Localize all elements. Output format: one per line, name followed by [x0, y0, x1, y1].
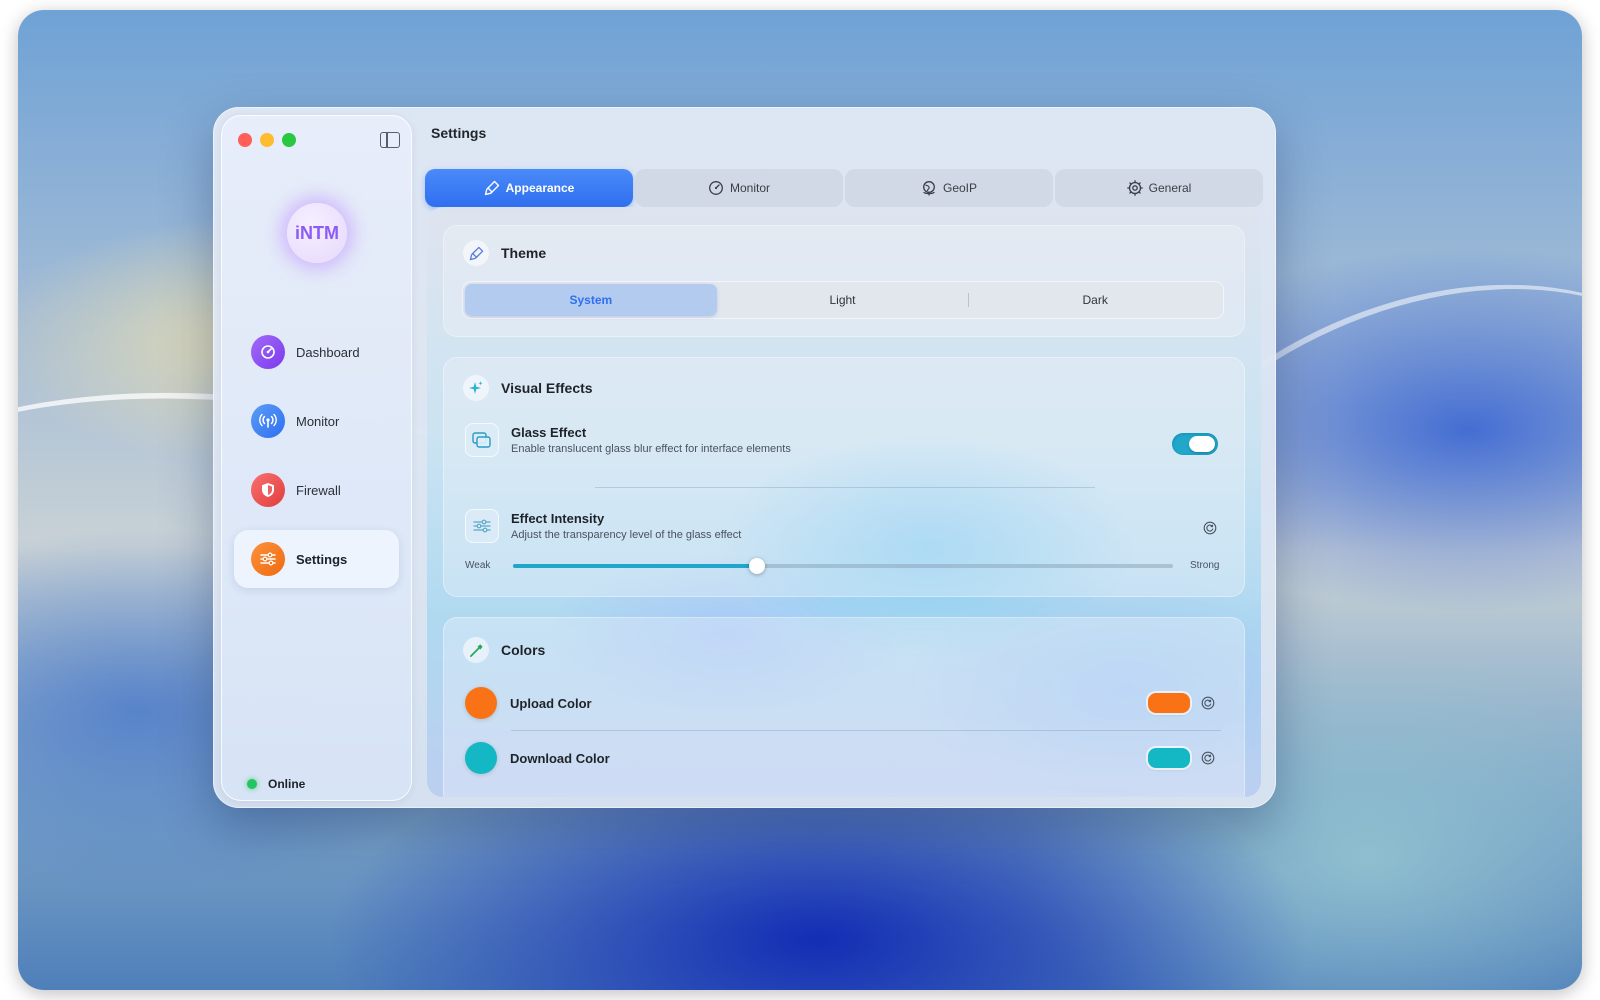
- tab-appearance[interactable]: Appearance: [425, 169, 633, 207]
- row-divider: [511, 730, 1221, 731]
- shield-icon: [251, 473, 285, 507]
- download-color-picker[interactable]: [1148, 748, 1190, 768]
- windows-icon: [465, 423, 499, 457]
- settings-content: Theme System Light Dark Visual Effects G…: [427, 207, 1261, 797]
- sidebar-item-settings[interactable]: Settings: [234, 530, 399, 588]
- effect-intensity-row: Effect Intensity Adjust the transparency…: [465, 509, 741, 543]
- sidebar-item-monitor[interactable]: Monitor: [234, 392, 399, 450]
- tab-label: Appearance: [505, 181, 575, 195]
- row-divider: [595, 487, 1095, 488]
- status-dot-icon: [247, 779, 257, 789]
- sidebar-item-label: Dashboard: [296, 344, 360, 360]
- colors-card: Colors Upload Color Download Color: [443, 617, 1245, 797]
- settings-window: iNTM Dashboard Monitor Firewall Settings: [213, 107, 1276, 808]
- theme-option-light[interactable]: Light: [717, 284, 969, 316]
- visual-effects-title: Visual Effects: [501, 380, 593, 396]
- tab-label: General: [1148, 181, 1192, 195]
- tab-general[interactable]: General: [1055, 169, 1263, 207]
- slider-thumb[interactable]: [749, 558, 766, 574]
- sidebar-item-label: Firewall: [296, 482, 341, 498]
- glass-effect-description: Enable translucent glass blur effect for…: [511, 443, 791, 455]
- glass-effect-row: Glass Effect Enable translucent glass bl…: [465, 423, 791, 457]
- upload-color-picker[interactable]: [1148, 693, 1190, 713]
- download-color-swatch: [465, 742, 497, 774]
- settings-tabs: Appearance Monitor GeoIP General: [425, 169, 1263, 207]
- theme-selector: System Light Dark: [462, 281, 1224, 319]
- connection-status: Online: [247, 777, 305, 791]
- close-window-button[interactable]: [238, 133, 252, 147]
- glass-effect-title: Glass Effect: [511, 425, 587, 440]
- antenna-icon: [251, 404, 285, 438]
- sidebar: iNTM Dashboard Monitor Firewall Settings: [221, 115, 412, 801]
- status-label: Online: [268, 777, 306, 791]
- visual-effects-card: Visual Effects Glass Effect Enable trans…: [443, 357, 1245, 597]
- colors-title: Colors: [501, 642, 546, 658]
- effect-intensity-description: Adjust the transparency level of the gla…: [511, 529, 742, 541]
- gauge-icon: [709, 181, 723, 195]
- eyedropper-icon: [463, 637, 489, 663]
- slider-min-label: Weak: [465, 560, 491, 571]
- upload-color-label: Upload Color: [510, 695, 592, 711]
- sparkles-icon: [463, 375, 489, 401]
- glass-effect-toggle[interactable]: [1172, 433, 1218, 455]
- theme-card: Theme System Light Dark: [443, 225, 1245, 337]
- colors-header: Colors: [463, 637, 545, 663]
- upload-color-swatch: [465, 687, 497, 719]
- download-color-row: Download Color: [465, 742, 610, 774]
- zoom-window-button[interactable]: [282, 133, 296, 147]
- app-logo-text: iNTM: [295, 222, 339, 243]
- page-title: Settings: [431, 125, 487, 141]
- paintbrush-icon: [484, 180, 499, 196]
- globe-icon: [923, 181, 935, 196]
- gear-icon: [1126, 180, 1143, 196]
- theme-header: Theme: [463, 240, 546, 266]
- sidebar-item-label: Monitor: [296, 413, 340, 429]
- minimize-window-button[interactable]: [260, 133, 274, 147]
- app-logo: iNTM: [287, 203, 347, 263]
- sidebar-item-label: Settings: [296, 551, 348, 567]
- gauge-icon: [251, 335, 285, 369]
- effect-intensity-slider[interactable]: [513, 558, 1173, 574]
- reset-icon[interactable]: [1203, 521, 1217, 535]
- slider-fill: [513, 564, 758, 568]
- sidebar-toggle-icon[interactable]: [380, 132, 400, 148]
- sliders-icon: [465, 509, 499, 543]
- theme-title: Theme: [501, 245, 547, 261]
- sidebar-item-dashboard[interactable]: Dashboard: [234, 323, 399, 381]
- tab-label: Monitor: [729, 181, 770, 195]
- upload-color-row: Upload Color: [465, 687, 592, 719]
- reset-icon[interactable]: [1201, 751, 1215, 765]
- visual-effects-header: Visual Effects: [463, 375, 593, 401]
- theme-option-system[interactable]: System: [465, 284, 717, 316]
- paintbrush-icon: [463, 240, 489, 266]
- reset-icon[interactable]: [1201, 696, 1215, 710]
- tab-monitor[interactable]: Monitor: [635, 169, 843, 207]
- sliders-icon: [251, 542, 285, 576]
- download-color-label: Download Color: [510, 750, 610, 766]
- toggle-knob: [1189, 436, 1215, 452]
- theme-option-dark[interactable]: Dark: [969, 284, 1221, 316]
- sidebar-item-firewall[interactable]: Firewall: [234, 461, 399, 519]
- tab-label: GeoIP: [942, 181, 978, 195]
- effect-intensity-title: Effect Intensity: [511, 511, 605, 526]
- slider-max-label: Strong: [1190, 560, 1220, 571]
- tab-geoip[interactable]: GeoIP: [845, 169, 1053, 207]
